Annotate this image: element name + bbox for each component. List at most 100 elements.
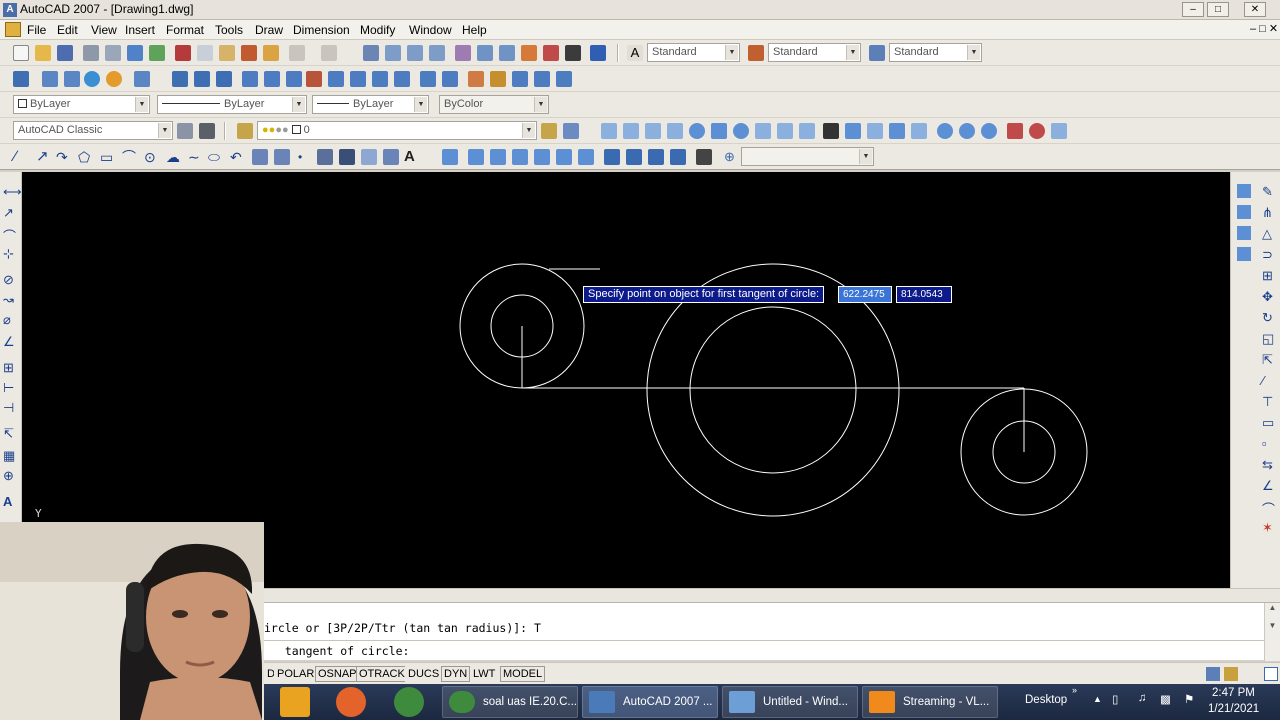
subtract-solid-icon[interactable] <box>959 123 975 139</box>
minimize-button[interactable]: – <box>1182 2 1204 17</box>
construction-line-icon[interactable]: ↗ <box>36 149 52 165</box>
document-icon[interactable] <box>5 22 21 37</box>
color-control[interactable]: ByLayer ▼ <box>13 95 150 114</box>
plot-preview-icon[interactable] <box>105 45 121 61</box>
planar-surface-icon[interactable] <box>799 123 815 139</box>
point-icon[interactable]: • <box>298 149 314 165</box>
draw-order-above-icon[interactable] <box>1237 226 1251 240</box>
ellipse-arc-icon[interactable]: ↶ <box>230 149 246 165</box>
table-icon[interactable] <box>383 149 399 165</box>
redo-icon[interactable] <box>321 45 337 61</box>
cone-icon[interactable] <box>667 123 683 139</box>
autocad-app-icon[interactable]: A <box>3 3 17 17</box>
angular-icon[interactable]: ∠ <box>3 334 17 349</box>
zoom-previous-icon[interactable] <box>429 45 445 61</box>
menu-edit[interactable]: Edit <box>57 23 78 37</box>
bottom-view-icon[interactable] <box>490 149 506 165</box>
status-toggle-polar[interactable]: POLAR <box>274 666 318 682</box>
menu-view[interactable]: View <box>91 23 117 37</box>
doc-window-controls[interactable]: – □ ✕ <box>1250 22 1278 35</box>
chamfer-icon[interactable]: ∠ <box>1262 478 1276 493</box>
explode-icon[interactable]: ✶ <box>1262 520 1276 535</box>
wedge-icon[interactable] <box>64 71 80 87</box>
markup-icon[interactable] <box>543 45 559 61</box>
block-editor-icon[interactable] <box>263 45 279 61</box>
loft-icon[interactable] <box>911 123 927 139</box>
helix-icon[interactable] <box>777 123 793 139</box>
taskbar-item-movie-maker[interactable]: Untitled - Wind... <box>722 686 858 718</box>
status-toggle-model[interactable]: MODEL <box>500 666 546 682</box>
extend-icon[interactable]: ⊤ <box>1262 394 1276 409</box>
offset-icon[interactable]: ⊃ <box>1262 247 1276 262</box>
cylinder-icon[interactable] <box>711 123 727 139</box>
separate-icon[interactable] <box>468 71 484 87</box>
extrude-faces-icon[interactable] <box>242 71 258 87</box>
command-prompt-line[interactable]: tangent of circle: <box>271 644 410 658</box>
new-icon[interactable] <box>13 45 29 61</box>
diameter-icon[interactable]: ⌀ <box>3 312 17 327</box>
se-iso-icon[interactable] <box>626 149 642 165</box>
render-icon[interactable] <box>106 71 122 87</box>
pan-icon[interactable] <box>363 45 379 61</box>
status-toggle-osnap[interactable]: OSNAP <box>315 666 360 682</box>
color-faces-icon[interactable] <box>394 71 410 87</box>
array-icon[interactable]: ⊞ <box>1262 268 1276 283</box>
undo-icon[interactable] <box>289 45 305 61</box>
move-icon[interactable]: ✥ <box>1262 289 1276 304</box>
3d-move-icon[interactable] <box>1007 123 1023 139</box>
sphere-solid-icon[interactable] <box>689 123 705 139</box>
drawing-horizontal-scrollbar[interactable] <box>264 588 1280 602</box>
zoom-realtime-icon[interactable] <box>385 45 401 61</box>
menu-file[interactable]: File <box>27 23 46 37</box>
taper-faces-icon[interactable] <box>350 71 366 87</box>
scale-icon[interactable]: ◱ <box>1262 331 1276 346</box>
arc-icon[interactable]: ⌒ <box>122 149 138 165</box>
camera-view-icon[interactable] <box>696 149 712 165</box>
ellipse-icon[interactable]: ⬭ <box>208 149 224 165</box>
spline-icon[interactable]: ∼ <box>188 149 204 165</box>
draw-order-under-icon[interactable] <box>1237 247 1251 261</box>
revision-cloud-icon[interactable]: ☁ <box>166 149 182 165</box>
layer-control[interactable]: ●●●● 0 ▼ <box>257 121 537 140</box>
menu-draw[interactable]: Draw <box>255 23 283 37</box>
workspace-settings-icon[interactable] <box>177 123 193 139</box>
table-style-select[interactable]: Standard ▼ <box>889 43 982 62</box>
intersect-solid-icon[interactable] <box>981 123 997 139</box>
sphere-icon[interactable] <box>84 71 100 87</box>
clean-icon[interactable] <box>442 71 458 87</box>
polygon-icon[interactable]: ⬠ <box>78 149 94 165</box>
sweep-icon[interactable] <box>867 123 883 139</box>
break-at-point-icon[interactable]: ▭ <box>1262 415 1276 430</box>
tray-action-center-icon[interactable]: ⚑ <box>1184 692 1194 706</box>
menu-help[interactable]: Help <box>462 23 487 37</box>
continuous-orbit-icon[interactable] <box>645 123 661 139</box>
linetype-control[interactable]: ByLayer ▼ <box>157 95 307 114</box>
break-icon[interactable]: ▫ <box>1262 436 1276 451</box>
clean-screen-icon[interactable] <box>1264 667 1278 681</box>
back-view-icon[interactable] <box>578 149 594 165</box>
copy-icon[interactable] <box>197 45 213 61</box>
offset-faces-icon[interactable] <box>286 71 302 87</box>
lock-icon[interactable] <box>1224 667 1238 681</box>
draw-order-front-icon[interactable] <box>1237 184 1251 198</box>
polyline-icon[interactable]: ↷ <box>56 149 72 165</box>
union-solid-icon[interactable] <box>937 123 953 139</box>
aligned-dimension-icon[interactable]: ↗ <box>3 205 17 220</box>
multiline-text-icon[interactable]: A <box>404 149 420 165</box>
line-icon[interactable]: ∕ <box>14 149 30 165</box>
subtract-icon[interactable] <box>194 71 210 87</box>
menu-modify[interactable]: Modify <box>360 23 395 37</box>
lineweight-control[interactable]: ByLayer ▼ <box>312 95 429 114</box>
baseline-icon[interactable]: ⊢ <box>3 380 17 395</box>
layer-previous-icon[interactable] <box>563 123 579 139</box>
left-view-icon[interactable] <box>512 149 528 165</box>
rotate-icon[interactable]: ↻ <box>1262 310 1276 325</box>
menu-tools[interactable]: Tools <box>215 23 243 37</box>
3d-rotate-icon[interactable] <box>1029 123 1045 139</box>
maximize-button[interactable]: □ <box>1207 2 1229 17</box>
check-icon[interactable] <box>512 71 528 87</box>
menu-format[interactable]: Format <box>166 23 204 37</box>
tray-usb-icon[interactable]: ▯ <box>1112 692 1118 706</box>
named-views-select[interactable]: ▼ <box>741 147 874 166</box>
radius-icon[interactable]: ⊘ <box>3 272 17 287</box>
